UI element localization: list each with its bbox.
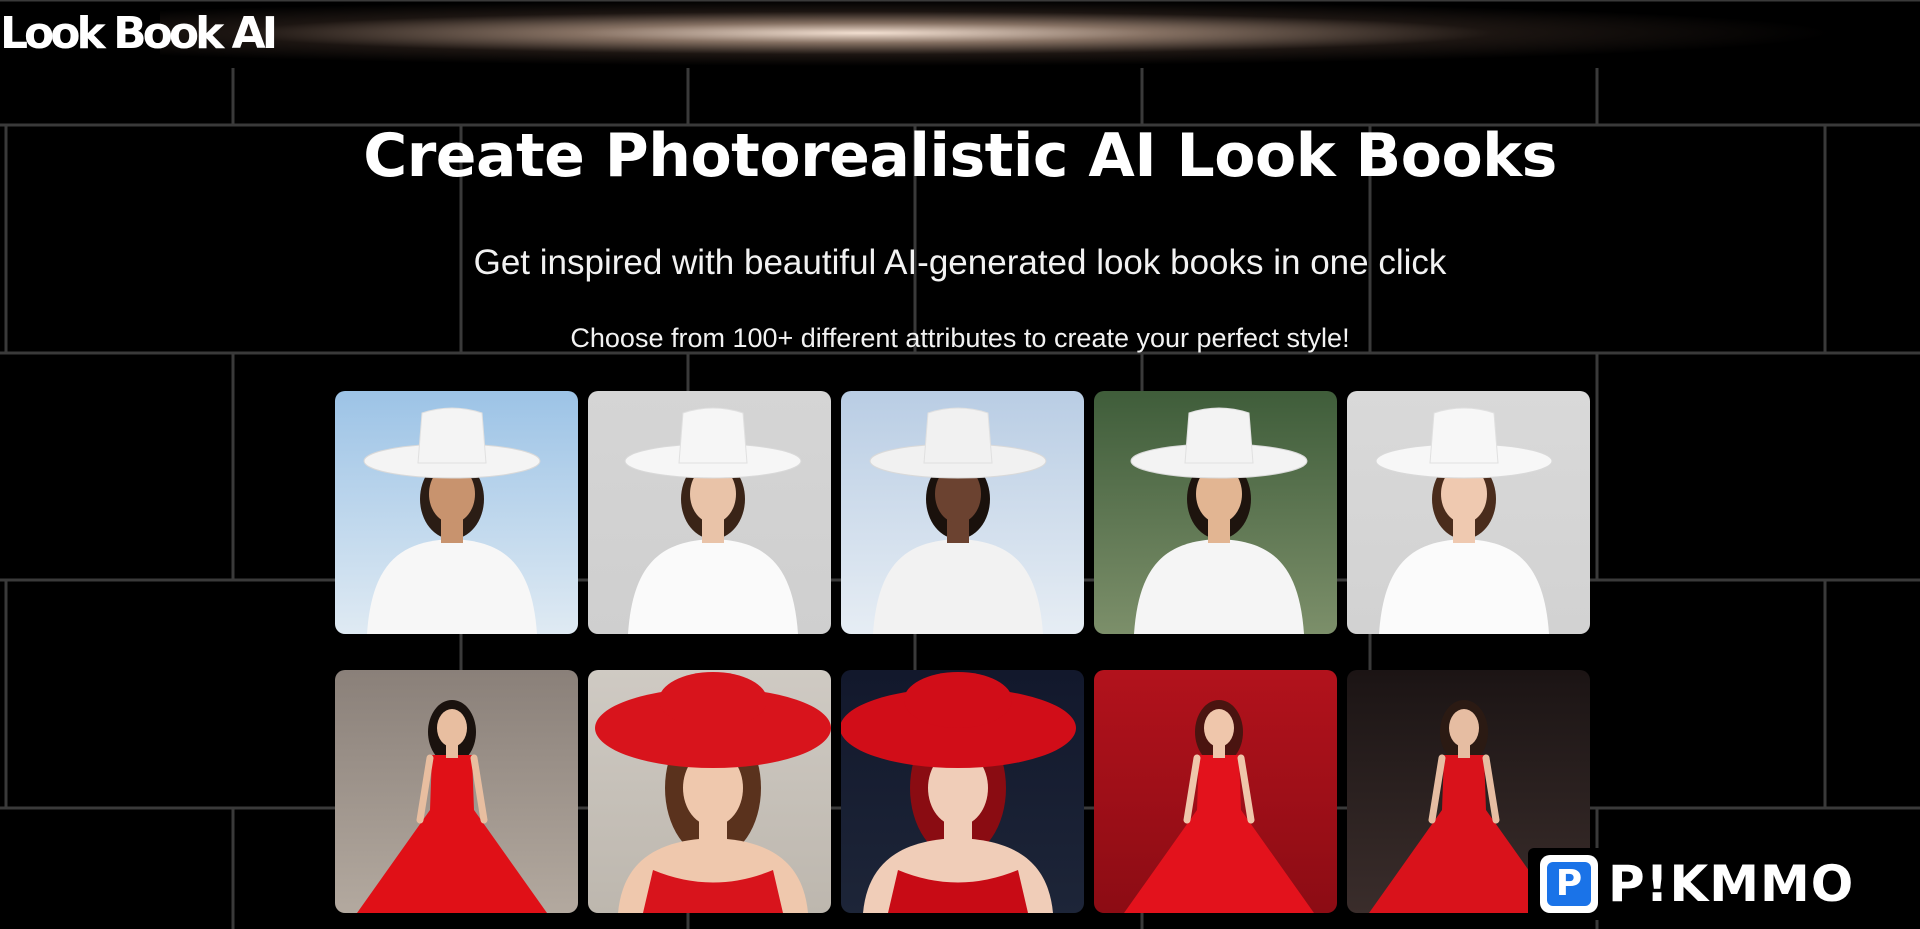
lookbook-photo-white-2[interactable] bbox=[588, 391, 831, 634]
lookbook-photo-red-3[interactable] bbox=[841, 670, 1084, 913]
portrait-image bbox=[335, 670, 578, 913]
lookbook-photo-white-4[interactable] bbox=[1094, 391, 1337, 634]
portrait-image bbox=[588, 670, 831, 913]
lookbook-photo-red-1[interactable] bbox=[335, 670, 578, 913]
portrait-image bbox=[1094, 670, 1337, 913]
pikmmo-wordmark: P!KMMO bbox=[1608, 855, 1855, 913]
hero-subtitle: Get inspired with beautiful AI-generated… bbox=[473, 243, 1447, 282]
pikmmo-watermark: P P!KMMO bbox=[1528, 848, 1910, 920]
hero-title: Create Photorealistic AI Look Books bbox=[363, 121, 1557, 191]
landing-page: Look Book AI Create Photorealistic AI Lo… bbox=[0, 0, 1920, 929]
lookbook-photo-white-1[interactable] bbox=[335, 391, 578, 634]
lookbook-photo-red-4[interactable] bbox=[1094, 670, 1337, 913]
portrait-image bbox=[1094, 391, 1337, 634]
hero-tagline: Choose from 100+ different attributes to… bbox=[570, 323, 1350, 353]
pikmmo-logo-icon: P bbox=[1540, 855, 1598, 913]
gallery-row bbox=[335, 391, 1590, 634]
gallery-row bbox=[335, 670, 1590, 913]
brand-logo[interactable]: Look Book AI bbox=[0, 6, 278, 62]
lookbook-photo-white-5[interactable] bbox=[1347, 391, 1590, 634]
portrait-image bbox=[841, 670, 1084, 913]
portrait-image bbox=[335, 391, 578, 634]
lookbook-gallery bbox=[335, 391, 1590, 929]
portrait-image bbox=[588, 391, 831, 634]
portrait-image bbox=[841, 391, 1084, 634]
lookbook-photo-red-2[interactable] bbox=[588, 670, 831, 913]
lookbook-photo-white-3[interactable] bbox=[841, 391, 1084, 634]
header-glow-bar bbox=[160, 0, 1920, 66]
pikmmo-badge-letter: P bbox=[1547, 862, 1591, 906]
portrait-image bbox=[1347, 391, 1590, 634]
